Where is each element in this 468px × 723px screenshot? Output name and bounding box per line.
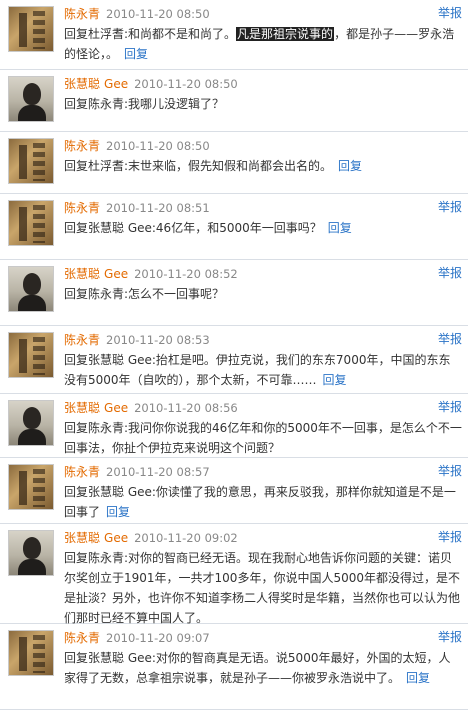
author-name[interactable]: 陈永青 bbox=[64, 201, 100, 215]
comment-text: 回复张慧聪 Gee:你读懂了我的意思，再来反驳我，那样你就知道是不是一回事了 回复 bbox=[64, 482, 462, 522]
comment-item: 举报 陈永青 2010-11-20 09:07 回复张慧聪 Gee:对你的智商真是… bbox=[0, 624, 468, 710]
person-avatar[interactable] bbox=[8, 266, 54, 312]
comment-text: 回复陈永青:我问你你说我的46亿年和你的5000年不一回事，是怎么个不一回事法，… bbox=[64, 418, 462, 458]
comment-time: 2010-11-20 08:52 bbox=[134, 267, 238, 281]
book-avatar[interactable] bbox=[8, 464, 54, 510]
author-name[interactable]: 张慧聪 bbox=[64, 531, 100, 545]
author-name[interactable]: 陈永青 bbox=[64, 333, 100, 347]
comment-time: 2010-11-20 08:56 bbox=[134, 401, 238, 415]
comment-text: 回复张慧聪 Gee:46亿年，和5000年一回事吗？ 回复 bbox=[64, 218, 462, 238]
comment-item: 举报 张慧聪 Gee 2010-11-20 08:56 回复陈永青:我问你你说我的4… bbox=[0, 394, 468, 458]
comment-text-part: 回复陈永青:对你的智商已经无语。现在我耐心地告诉你问题的关键：诺贝尔奖创立于19… bbox=[64, 551, 461, 625]
report-link[interactable]: 举报 bbox=[438, 264, 462, 281]
comment-time: 2010-11-20 09:02 bbox=[134, 531, 238, 545]
person-avatar[interactable] bbox=[8, 400, 54, 446]
comment-time: 2010-11-20 08:50 bbox=[106, 7, 210, 21]
report-link[interactable]: 举报 bbox=[438, 528, 462, 545]
author-name-suffix[interactable]: Gee bbox=[104, 531, 128, 545]
comment-item: 举报 张慧聪 Gee 2010-11-20 08:52 回复陈永青:怎么不一回事呢？ bbox=[0, 260, 468, 326]
comment-text-part: 回复杜浮耆:和尚都不是和尚了。 bbox=[64, 27, 237, 41]
comment-text: 回复杜浮耆:和尚都不是和尚了。凡是那祖宗说事的，都是孙子——罗永浩的怪论，。 回复 bbox=[64, 24, 462, 64]
comment-text-part: 回复陈永青:我问你你说我的46亿年和你的5000年不一回事，是怎么个不一回事法，… bbox=[64, 421, 462, 455]
book-avatar[interactable] bbox=[8, 332, 54, 378]
reply-link[interactable]: 回复 bbox=[338, 159, 362, 173]
author-name[interactable]: 张慧聪 bbox=[64, 401, 100, 415]
comment-text: 回复陈永青:对你的智商已经无语。现在我耐心地告诉你问题的关键：诺贝尔奖创立于19… bbox=[64, 548, 462, 628]
comment-time: 2010-11-20 08:53 bbox=[106, 333, 210, 347]
reply-link[interactable]: 回复 bbox=[124, 47, 148, 61]
author-name[interactable]: 陈永青 bbox=[64, 7, 100, 21]
book-avatar[interactable] bbox=[8, 200, 54, 246]
book-avatar[interactable] bbox=[8, 138, 54, 184]
author-name[interactable]: 陈永青 bbox=[64, 465, 100, 479]
book-avatar[interactable] bbox=[8, 630, 54, 676]
comment-time: 2010-11-20 08:57 bbox=[106, 465, 210, 479]
comment-text-part: 回复张慧聪 Gee:对你的智商真是无语。说5000年最好，外国的太短，人家得了无… bbox=[64, 651, 451, 685]
author-name-suffix[interactable]: Gee bbox=[104, 267, 128, 281]
comment-text-part: 回复杜浮耆:末世来临，假先知假和尚都会出名的。 bbox=[64, 159, 333, 173]
reply-link[interactable]: 回复 bbox=[323, 373, 347, 387]
report-link[interactable]: 举报 bbox=[438, 330, 462, 347]
person-avatar[interactable] bbox=[8, 530, 54, 576]
report-link[interactable]: 举报 bbox=[438, 462, 462, 479]
report-link[interactable]: 举报 bbox=[438, 198, 462, 215]
comment-item: 举报 陈永青 2010-11-20 08:51 回复张慧聪 Gee:46亿年，和5… bbox=[0, 194, 468, 260]
author-name[interactable]: 陈永青 bbox=[64, 631, 100, 645]
comment-item: 举报 陈永青 2010-11-20 08:57 回复张慧聪 Gee:你读懂了我的意… bbox=[0, 458, 468, 524]
selected-text: 凡是那祖宗说事的 bbox=[236, 27, 335, 41]
author-name-suffix[interactable]: Gee bbox=[104, 77, 128, 91]
comment-time: 2010-11-20 08:51 bbox=[106, 201, 210, 215]
report-link[interactable]: 举报 bbox=[438, 4, 462, 21]
reply-link[interactable]: 回复 bbox=[328, 221, 352, 235]
author-name[interactable]: 张慧聪 bbox=[64, 267, 100, 281]
comment-text: 回复张慧聪 Gee:对你的智商真是无语。说5000年最好，外国的太短，人家得了无… bbox=[64, 648, 462, 688]
comment-time: 2010-11-20 09:07 bbox=[106, 631, 210, 645]
author-name-suffix[interactable]: Gee bbox=[104, 401, 128, 415]
comment-item: 举报 张慧聪 Gee 2010-11-20 09:02 回复陈永青:对你的智商已经无… bbox=[0, 524, 468, 625]
book-avatar[interactable] bbox=[8, 6, 54, 52]
comment-text: 回复陈永青:怎么不一回事呢？ bbox=[64, 284, 462, 304]
reply-link[interactable]: 回复 bbox=[406, 671, 430, 685]
comment-text-part: 回复陈永青:怎么不一回事呢？ bbox=[64, 287, 225, 301]
comment-item: 举报 陈永青 2010-11-20 08:50 回复杜浮耆:和尚都不是和尚了。凡是… bbox=[0, 0, 468, 70]
report-link[interactable]: 举报 bbox=[438, 398, 462, 415]
comment-text: 回复杜浮耆:末世来临，假先知假和尚都会出名的。 回复 bbox=[64, 156, 462, 176]
comment-item: 举报 陈永青 2010-11-20 08:53 回复张慧聪 Gee:抬杠是吧。伊拉… bbox=[0, 326, 468, 394]
comment-time: 2010-11-20 08:50 bbox=[106, 139, 210, 153]
comment-time: 2010-11-20 08:50 bbox=[134, 77, 238, 91]
comment-list: 举报 陈永青 2010-11-20 08:50 回复杜浮耆:和尚都不是和尚了。凡是… bbox=[0, 0, 468, 710]
comment-item: 张慧聪 Gee 2010-11-20 08:50 回复陈永青:我哪儿没逻辑了？ bbox=[0, 70, 468, 132]
comment-text-part: 回复张慧聪 Gee:抬杠是吧。伊拉克说，我们的东东7000年，中国的东东没有50… bbox=[64, 353, 451, 387]
person-avatar[interactable] bbox=[8, 76, 54, 122]
report-link[interactable]: 举报 bbox=[438, 628, 462, 645]
comment-text-part: 回复张慧聪 Gee:46亿年，和5000年一回事吗？ bbox=[64, 221, 322, 235]
reply-link[interactable]: 回复 bbox=[106, 505, 130, 519]
comment-text: 回复张慧聪 Gee:抬杠是吧。伊拉克说，我们的东东7000年，中国的东东没有50… bbox=[64, 350, 462, 390]
comment-text-part: 回复陈永青:我哪儿没逻辑了？ bbox=[64, 97, 225, 111]
author-name[interactable]: 张慧聪 bbox=[64, 77, 100, 91]
author-name[interactable]: 陈永青 bbox=[64, 139, 100, 153]
comment-item: 陈永青 2010-11-20 08:50 回复杜浮耆:末世来临，假先知假和尚都会出… bbox=[0, 132, 468, 194]
comment-text: 回复陈永青:我哪儿没逻辑了？ bbox=[64, 94, 462, 114]
